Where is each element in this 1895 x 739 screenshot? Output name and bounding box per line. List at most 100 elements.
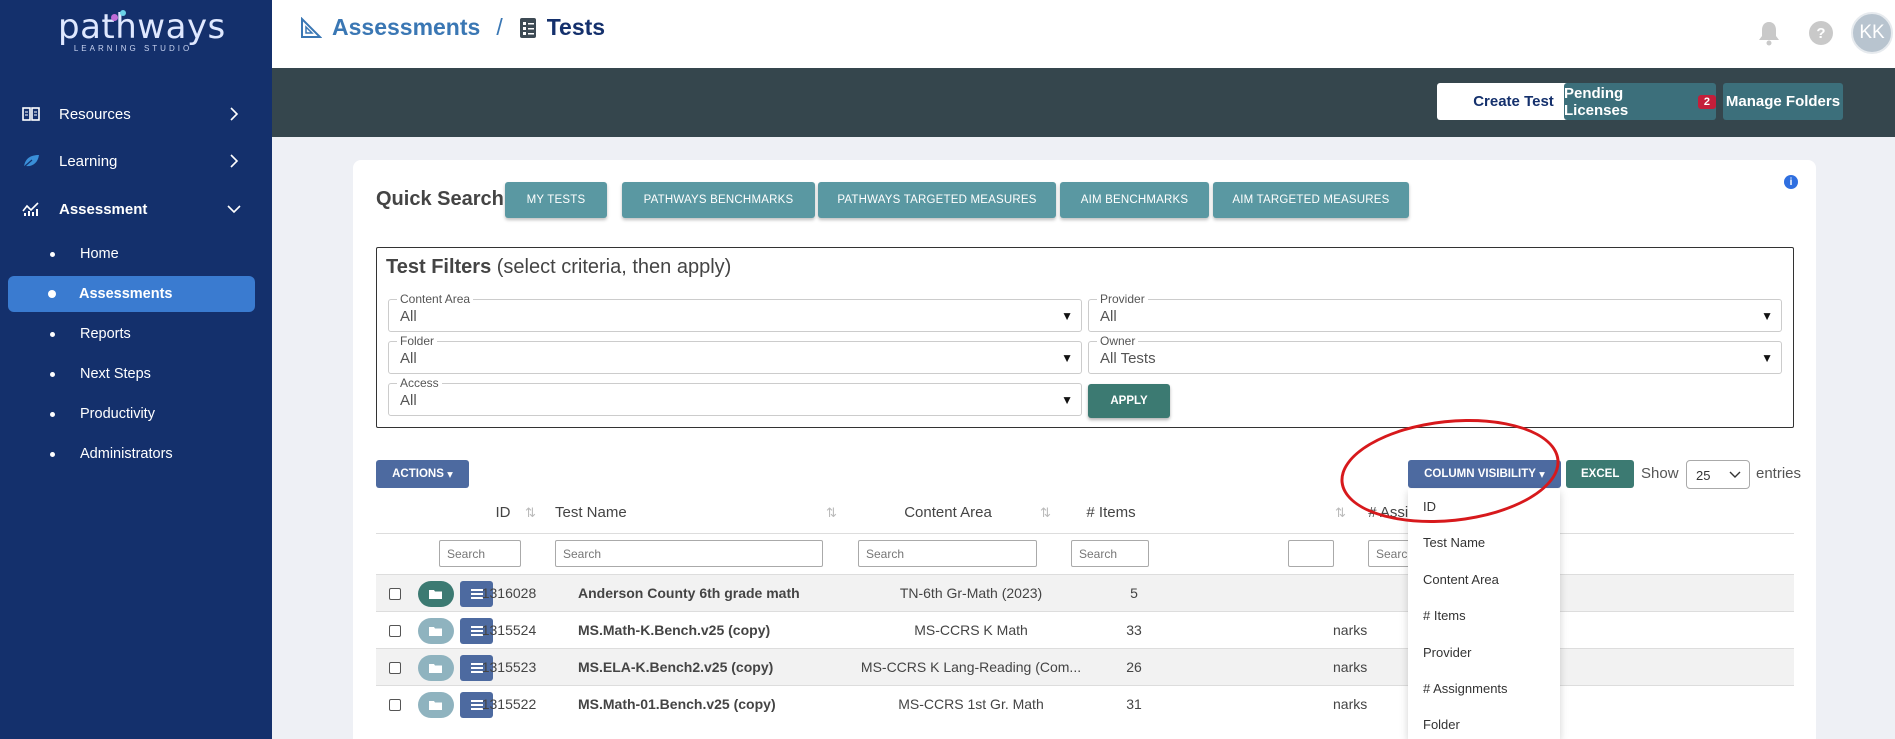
table-row[interactable]: 1315523 MS.ELA-K.Bench2.v25 (copy) MS-CC… [376, 648, 1794, 685]
actions-button[interactable]: ACTIONS ▾ [376, 460, 469, 488]
sidebar-item-label: Learning [59, 152, 118, 170]
pending-count-badge: 2 [1697, 94, 1716, 109]
cell-content-area: MS-CCRS K Math [914, 622, 1028, 638]
provider-select[interactable]: Provider All ▼ [1088, 292, 1782, 332]
sidebar-subitem-reports[interactable]: Reports [8, 316, 255, 352]
help-icon[interactable]: ? [1809, 21, 1833, 45]
bell-icon[interactable] [1757, 20, 1781, 46]
column-toggle-content-area[interactable]: Content Area [1423, 572, 1499, 587]
chevron-right-icon [230, 154, 239, 168]
column-header-id[interactable]: ID [473, 504, 533, 521]
search-input-id[interactable]: Search [439, 540, 521, 567]
owner-value: All Tests [1100, 350, 1156, 367]
cell-test-name[interactable]: MS.Math-01.Bench.v25 (copy) [578, 696, 776, 712]
search-input-items[interactable]: Search [1071, 540, 1149, 567]
cell-content-area: TN-6th Gr-Math (2023) [899, 585, 1043, 601]
cell-test-name[interactable]: Anderson County 6th grade math [578, 585, 800, 601]
content-area-select[interactable]: Content Area All ▼ [388, 292, 1082, 332]
aim-targeted-measures-button[interactable]: AIM TARGETED MEASURES [1213, 182, 1409, 218]
column-toggle-provider[interactable]: Provider [1423, 645, 1471, 660]
breadcrumb: Assessments / Tests [300, 14, 605, 41]
sort-icon[interactable]: ⇅ [1335, 505, 1346, 521]
logo-tagline: LEARNING STUDIO [73, 44, 193, 53]
search-input-test-name[interactable]: Search [555, 540, 823, 567]
sidebar-item-assessment[interactable]: Assessment [0, 189, 272, 229]
page-title: Tests [546, 14, 606, 40]
breadcrumb-assessments[interactable]: Assessments [332, 14, 480, 41]
top-header: Assessments / Tests ? KK [272, 0, 1895, 68]
sort-icon[interactable]: ⇅ [826, 505, 837, 521]
pathways-benchmarks-button[interactable]: PATHWAYS BENCHMARKS [622, 182, 815, 218]
folder-select[interactable]: Folder All ▼ [388, 334, 1082, 374]
logo-wordmark: pathways [58, 7, 226, 47]
row-checkbox[interactable] [389, 662, 401, 674]
aim-benchmarks-button[interactable]: AIM BENCHMARKS [1060, 182, 1209, 218]
dropdown-arrow-icon: ▼ [1061, 351, 1073, 365]
sidebar-subitem-label: Assessments [79, 286, 173, 302]
sidebar-item-learning[interactable]: Learning [0, 141, 272, 181]
column-toggle-items[interactable]: # Items [1423, 608, 1466, 623]
test-filters: Test Filters (select criteria, then appl… [376, 247, 1794, 428]
page-size-select[interactable]: 25 [1686, 460, 1750, 489]
search-input-provider[interactable] [1288, 540, 1334, 567]
access-select[interactable]: Access All ▼ [388, 376, 1082, 416]
pending-licenses-label: Pending Licenses [1564, 84, 1629, 119]
cell-id: 1315523 [481, 659, 537, 675]
sidebar-subitem-administrators[interactable]: Administrators [8, 436, 255, 472]
column-header-items[interactable]: # Items [1071, 504, 1151, 521]
cell-provider: narks [1333, 696, 1368, 712]
page-size-value: 25 [1696, 468, 1711, 483]
sidebar-item-label: Resources [59, 105, 131, 123]
action-bar: Create Test Pending Licenses 2 Manage Fo… [272, 68, 1895, 137]
dropdown-arrow-icon: ▼ [1061, 309, 1073, 323]
pathways-targeted-measures-button[interactable]: PATHWAYS TARGETED MEASURES [818, 182, 1056, 218]
sidebar: pathways LEARNING STUDIO Resources Learn… [0, 0, 272, 739]
access-label: Access [397, 376, 442, 390]
dropdown-arrow-icon: ▼ [1061, 393, 1073, 407]
owner-label: Owner [1097, 334, 1139, 348]
pending-licenses-button[interactable]: Pending Licenses 2 [1564, 83, 1716, 120]
sidebar-subitem-assessments[interactable]: Assessments [8, 276, 255, 312]
my-tests-button[interactable]: MY TESTS [505, 182, 607, 218]
cell-content-area: MS-CCRS 1st Gr. Math [898, 696, 1044, 712]
cell-provider: narks [1333, 659, 1368, 675]
row-checkbox[interactable] [389, 588, 401, 600]
sidebar-subitem-next-steps[interactable]: Next Steps [8, 356, 255, 392]
column-toggle-folder[interactable]: Folder [1423, 717, 1460, 732]
table-row[interactable]: 1315522 MS.Math-01.Bench.v25 (copy) MS-C… [376, 685, 1794, 722]
column-toggle-test-name[interactable]: Test Name [1423, 535, 1485, 550]
apply-button[interactable]: APPLY [1088, 384, 1170, 418]
column-toggle-assignments[interactable]: # Assignments [1423, 681, 1508, 696]
sidebar-subitem-productivity[interactable]: Productivity [8, 396, 255, 432]
cell-id: 1316028 [481, 585, 537, 601]
column-header-test-name[interactable]: Test Name [555, 504, 627, 521]
filters-title: Test Filters (select criteria, then appl… [386, 256, 732, 278]
sidebar-item-resources[interactable]: Resources [0, 94, 272, 134]
owner-select[interactable]: Owner All Tests ▼ [1088, 334, 1782, 374]
content-area-label: Content Area [397, 292, 474, 306]
sort-icon[interactable]: ⇅ [525, 505, 536, 521]
cell-items: 5 [1130, 585, 1138, 601]
cell-test-name[interactable]: MS.ELA-K.Bench2.v25 (copy) [578, 659, 773, 675]
cell-test-name[interactable]: MS.Math-K.Bench.v25 (copy) [578, 622, 770, 638]
sort-icon[interactable]: ⇅ [1040, 505, 1051, 521]
row-checkbox[interactable] [389, 625, 401, 637]
info-icon[interactable]: i [1784, 175, 1798, 189]
table-row[interactable]: 1316028 Anderson County 6th grade math T… [376, 574, 1794, 611]
show-label: Show [1641, 465, 1679, 482]
manage-folders-button[interactable]: Manage Folders [1723, 83, 1843, 120]
table-row[interactable]: 1315524 MS.Math-K.Bench.v25 (copy) MS-CC… [376, 611, 1794, 648]
column-visibility-menu: ID Test Name Content Area # Items Provid… [1408, 489, 1560, 739]
sidebar-subitem-home[interactable]: Home [8, 236, 255, 272]
column-header-content-area[interactable]: Content Area [858, 504, 1038, 521]
row-checkbox[interactable] [389, 699, 401, 711]
quick-search-label: Quick Search [376, 188, 504, 210]
leaf-icon [20, 150, 42, 172]
avatar[interactable]: KK [1851, 12, 1893, 54]
provider-label: Provider [1097, 292, 1148, 306]
pathways-logo[interactable]: pathways LEARNING STUDIO [58, 7, 226, 60]
excel-button[interactable]: EXCEL [1566, 460, 1634, 488]
provider-value: All [1100, 308, 1117, 325]
cell-items: 33 [1126, 622, 1142, 638]
search-input-content-area[interactable]: Search [858, 540, 1037, 567]
